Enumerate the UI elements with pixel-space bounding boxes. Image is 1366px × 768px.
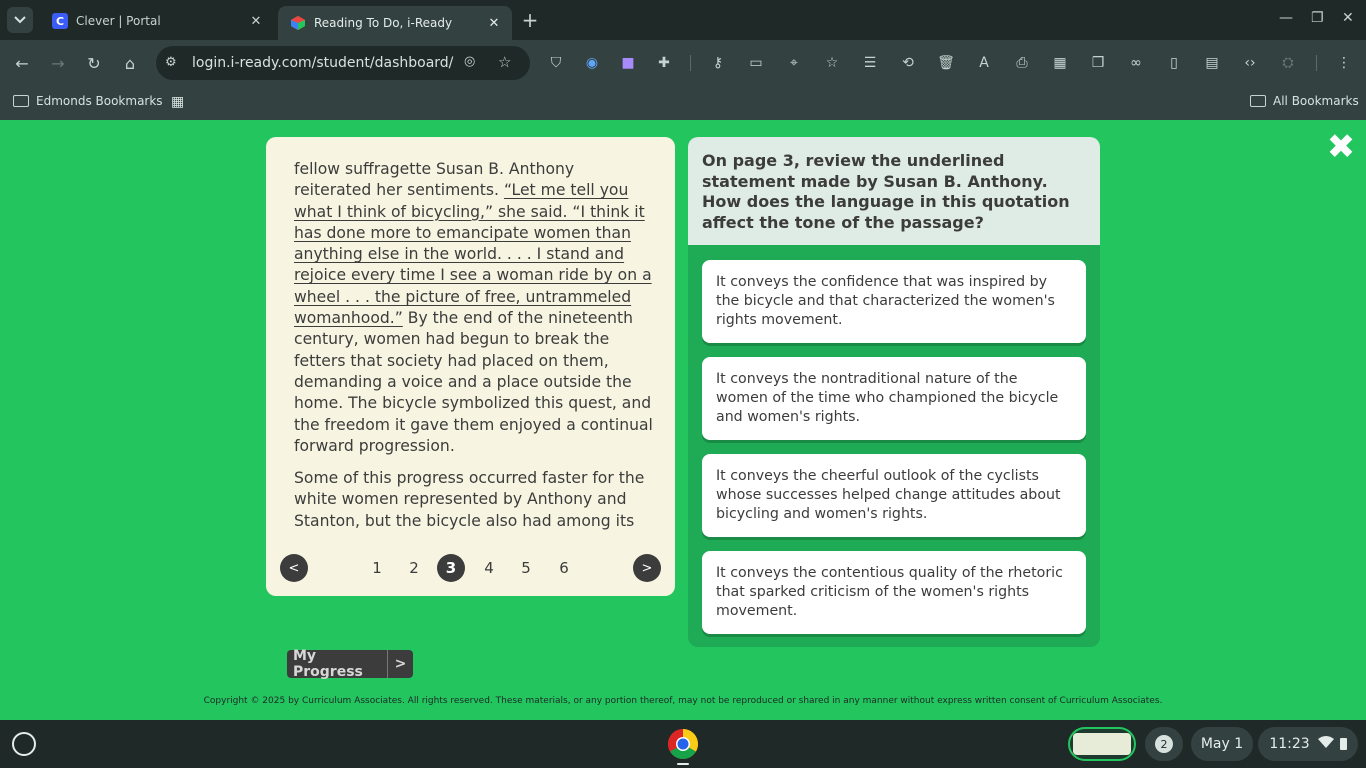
battery-icon — [1339, 738, 1347, 750]
answer-choice-d[interactable]: It conveys the contentious quality of th… — [702, 551, 1086, 634]
passage-paragraph: fellow suffragette Susan B. Anthony reit… — [294, 159, 654, 457]
toolbar-divider — [690, 55, 691, 71]
apps-grid-icon[interactable]: ▦ — [171, 94, 184, 110]
status-tray[interactable]: 11:23 — [1258, 727, 1358, 761]
toolbar-divider — [1316, 55, 1317, 71]
bookmark-label: Edmonds Bookmarks — [36, 94, 163, 108]
url-text[interactable]: login.i-ready.com/student/dashboard/h... — [192, 55, 454, 71]
all-bookmarks-button[interactable]: All Bookmarks — [1250, 94, 1359, 108]
new-tab-button[interactable]: + — [517, 7, 543, 33]
clever-favicon-icon: C — [52, 13, 68, 29]
answer-choice-a[interactable]: It conveys the confidence that was inspi… — [702, 260, 1086, 343]
page-1-button[interactable]: 1 — [363, 554, 391, 582]
time-text: 11:23 — [1269, 736, 1310, 752]
my-progress-arrow: > — [387, 650, 413, 678]
tab-title: Clever | Portal — [76, 14, 161, 28]
launcher-icon[interactable] — [12, 732, 36, 756]
plus-icon: + — [521, 8, 539, 32]
date-button[interactable]: May 1 — [1191, 727, 1253, 761]
restore-icon[interactable]: ❐ — [1311, 10, 1324, 26]
shield-icon[interactable]: ⛉ — [547, 54, 565, 72]
eye-off-icon[interactable]: ◎ — [464, 54, 475, 69]
tab-title: Reading To Do, i-Ready — [314, 16, 453, 30]
code-icon[interactable]: ‹› — [1241, 54, 1259, 72]
folder-icon — [13, 95, 29, 107]
question-prompt: On page 3, review the underlined stateme… — [688, 137, 1100, 245]
passage-text[interactable]: fellow suffragette Susan B. Anthony reit… — [294, 159, 654, 531]
answer-choice-b[interactable]: It conveys the nontraditional nature of … — [702, 357, 1086, 440]
devices-icon[interactable]: ▯ — [1165, 54, 1183, 72]
my-progress-label: My Progress — [293, 648, 363, 680]
location-icon[interactable]: ⌖ — [785, 54, 803, 72]
trash-icon[interactable]: 🗑 — [937, 54, 955, 72]
copyright-notice: Copyright © 2025 by Curriculum Associate… — [203, 696, 1163, 706]
translate-icon[interactable]: A — [975, 54, 993, 72]
reload-icon[interactable]: ↻ — [83, 52, 105, 74]
page-6-button[interactable]: 6 — [550, 554, 578, 582]
chevron-down-icon — [14, 16, 26, 24]
menu-kebab-icon[interactable]: ⋮ — [1335, 54, 1353, 72]
incognito-icon[interactable]: ⛭ — [1279, 54, 1297, 72]
running-indicator — [677, 763, 689, 765]
layout-icon[interactable]: ▤ — [1203, 54, 1221, 72]
page-2-button[interactable]: 2 — [400, 554, 428, 582]
answer-choice-c[interactable]: It conveys the cheerful outlook of the c… — [702, 454, 1086, 537]
reading-mode-icon[interactable]: ❒ — [1089, 54, 1107, 72]
extension-purple-icon[interactable]: ■ — [619, 54, 637, 72]
date-text: May 1 — [1200, 736, 1244, 752]
question-panel: On page 3, review the underlined stateme… — [688, 137, 1100, 647]
iready-favicon-icon — [290, 15, 306, 31]
puzzle-icon[interactable]: ✚ — [655, 54, 673, 72]
link-icon[interactable]: ∞ — [1127, 54, 1145, 72]
previous-page-button[interactable]: < — [280, 554, 308, 582]
home-icon[interactable]: ⌂ — [119, 52, 141, 74]
minimize-icon[interactable]: — — [1279, 10, 1293, 26]
notification-center-button[interactable]: 2 — [1145, 727, 1183, 761]
tab-iready[interactable]: Reading To Do, i-Ready ✕ — [278, 6, 512, 40]
iready-lesson-page: ✖ fellow suffragette Susan B. Anthony re… — [0, 120, 1366, 720]
window-close-icon[interactable]: ✕ — [1342, 10, 1354, 26]
passage-panel: fellow suffragette Susan B. Anthony reit… — [266, 137, 675, 596]
close-tab-icon[interactable]: ✕ — [248, 13, 264, 29]
credit-card-icon[interactable]: ▭ — [747, 54, 765, 72]
close-tab-icon[interactable]: ✕ — [486, 15, 502, 31]
tab-strip: C Clever | Portal ✕ Reading To Do, i-Rea… — [0, 0, 1366, 40]
reading-list-icon[interactable]: ☰ — [861, 54, 879, 72]
tab-clever[interactable]: C Clever | Portal ✕ — [40, 6, 274, 36]
address-bar[interactable]: ⚙ login.i-ready.com/student/dashboard/h.… — [156, 46, 530, 80]
star-icon[interactable]: ☆ — [823, 54, 841, 72]
qr-code-icon[interactable]: ▦ — [1051, 54, 1069, 72]
passage-paragraph: Some of this progress occurred faster fo… — [294, 469, 645, 530]
back-icon[interactable]: ← — [11, 52, 33, 74]
close-lesson-icon[interactable]: ✖ — [1326, 130, 1356, 164]
bookmarks-bar: Edmonds Bookmarks ▦ All Bookmarks — [0, 86, 1366, 120]
print-icon[interactable]: ⎙ — [1013, 54, 1031, 72]
page-navigation: < 1 2 3 4 5 6 > — [266, 554, 675, 584]
wifi-icon — [1317, 736, 1334, 752]
desk-preview-thumbnail[interactable] — [1068, 727, 1136, 761]
page-4-button[interactable]: 4 — [475, 554, 503, 582]
site-info-icon[interactable]: ⚙ — [165, 55, 177, 70]
history-icon[interactable]: ⟲ — [899, 54, 917, 72]
key-icon[interactable]: ⚷ — [709, 54, 727, 72]
page-5-button[interactable]: 5 — [512, 554, 540, 582]
folder-icon — [1250, 95, 1266, 107]
passage-text-run: By the end of the nineteenth century, wo… — [294, 309, 653, 455]
bookmark-star-icon[interactable]: ☆ — [498, 53, 511, 71]
page-3-button[interactable]: 3 — [437, 554, 465, 582]
browser-toolbar: ← → ↻ ⌂ ⚙ login.i-ready.com/student/dash… — [0, 40, 1366, 86]
my-progress-button[interactable]: My Progress > — [287, 648, 413, 680]
underlined-quotation: “Let me tell you what I think of bicycli… — [294, 181, 652, 328]
forward-icon[interactable]: → — [47, 52, 69, 74]
extension-blue-icon[interactable]: ◉ — [583, 54, 601, 72]
next-page-button[interactable]: > — [633, 554, 661, 582]
chrome-app-icon[interactable] — [667, 728, 699, 765]
thumbnail-image — [1073, 733, 1131, 755]
notification-count: 2 — [1155, 735, 1173, 753]
bookmark-label: All Bookmarks — [1273, 94, 1359, 108]
bookmark-folder-edmonds[interactable]: Edmonds Bookmarks — [13, 94, 163, 108]
tab-search-button[interactable] — [7, 7, 33, 33]
